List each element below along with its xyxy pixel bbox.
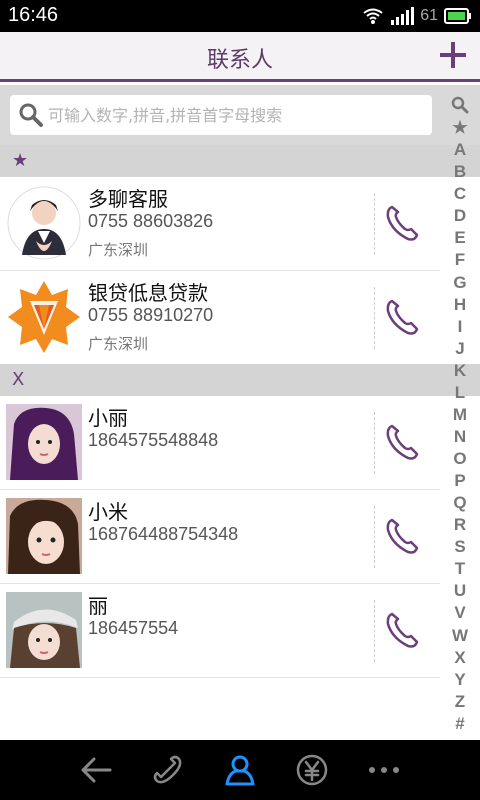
back-button[interactable] bbox=[76, 750, 116, 790]
row-divider bbox=[374, 193, 375, 255]
section-header-starred: ★ bbox=[0, 145, 480, 177]
index-letter[interactable]: Y bbox=[454, 671, 465, 688]
handset-icon bbox=[153, 755, 182, 784]
yuan-icon bbox=[296, 754, 328, 786]
index-letter[interactable]: M bbox=[453, 406, 467, 423]
battery-icon bbox=[444, 8, 471, 24]
page-title: 联系人 bbox=[206, 48, 273, 73]
row-divider bbox=[374, 287, 375, 349]
battery-level: 61 bbox=[420, 7, 438, 24]
add-contact-button[interactable] bbox=[436, 38, 470, 72]
phone-icon[interactable] bbox=[384, 422, 420, 462]
index-letter[interactable]: B bbox=[454, 163, 466, 180]
back-arrow-icon bbox=[81, 757, 112, 783]
status-bar: 16:46 61 bbox=[0, 0, 480, 32]
index-letter[interactable]: S bbox=[454, 538, 465, 555]
index-search-icon[interactable] bbox=[451, 96, 469, 114]
index-letter[interactable]: K bbox=[454, 362, 466, 379]
index-letter[interactable]: ★ bbox=[452, 119, 467, 136]
index-letter[interactable]: O bbox=[453, 450, 466, 467]
more-icon bbox=[369, 767, 399, 773]
index-letter[interactable]: W bbox=[452, 627, 468, 644]
index-letter[interactable]: C bbox=[454, 185, 466, 202]
search-input[interactable] bbox=[48, 97, 432, 133]
phone-icon[interactable] bbox=[384, 297, 420, 337]
nav-contacts[interactable] bbox=[220, 750, 260, 790]
contact-name: 银贷低息贷款 bbox=[88, 281, 208, 305]
phone-icon[interactable] bbox=[384, 203, 420, 243]
index-letter[interactable]: # bbox=[455, 715, 464, 732]
nav-dialer[interactable] bbox=[148, 750, 188, 790]
search-icon bbox=[19, 103, 43, 127]
index-letter[interactable]: R bbox=[454, 516, 466, 533]
contact-phone: 1864575548848 bbox=[88, 430, 219, 450]
avatar bbox=[6, 498, 82, 574]
contact-phone: 0755 88603826 bbox=[88, 211, 214, 231]
phone-icon[interactable] bbox=[384, 516, 420, 556]
signal-icon bbox=[391, 7, 415, 25]
search-box[interactable] bbox=[10, 95, 432, 135]
wifi-icon bbox=[363, 8, 383, 24]
index-letter[interactable]: H bbox=[454, 296, 466, 313]
contact-phone: 0755 88910270 bbox=[88, 305, 214, 325]
index-letter[interactable]: U bbox=[454, 582, 466, 599]
index-letter[interactable]: D bbox=[454, 207, 466, 224]
row-divider bbox=[374, 412, 375, 474]
row-divider bbox=[374, 506, 375, 568]
avatar bbox=[6, 592, 82, 668]
section-header-x: X bbox=[0, 364, 480, 396]
index-letter[interactable]: V bbox=[454, 604, 465, 621]
phone-icon[interactable] bbox=[384, 610, 420, 650]
nav-wallet[interactable] bbox=[292, 750, 332, 790]
contact-name: 小丽 bbox=[88, 406, 128, 430]
avatar bbox=[6, 404, 82, 480]
contact-name: 丽 bbox=[88, 594, 108, 618]
contact-row[interactable]: 多聊客服 0755 88603826 广东深圳 bbox=[0, 177, 440, 271]
index-letter[interactable]: E bbox=[454, 229, 465, 246]
contact-name: 小米 bbox=[88, 500, 128, 524]
index-letter[interactable]: X bbox=[454, 649, 465, 666]
contact-phone: 186457554 bbox=[88, 618, 179, 638]
contact-row[interactable]: 丽 186457554 bbox=[0, 584, 440, 678]
index-letter[interactable]: P bbox=[454, 472, 465, 489]
index-letter[interactable]: Q bbox=[453, 494, 466, 511]
contact-name: 多聊客服 bbox=[88, 187, 168, 211]
contacts-icon bbox=[225, 755, 255, 786]
index-letter[interactable]: J bbox=[455, 340, 464, 357]
bottom-nav bbox=[0, 740, 480, 800]
contact-row[interactable]: 银贷低息贷款 0755 88910270 广东深圳 bbox=[0, 271, 440, 365]
search-area bbox=[0, 85, 480, 145]
avatar bbox=[6, 279, 82, 355]
nav-more[interactable] bbox=[364, 750, 404, 790]
index-letter[interactable]: A bbox=[454, 141, 466, 158]
contact-row[interactable]: 小米 168764488754348 bbox=[0, 490, 440, 584]
alphabet-index[interactable]: ★ A B C D E F G H I J K L M N O P Q R S … bbox=[448, 96, 472, 732]
index-letter[interactable]: L bbox=[455, 384, 465, 401]
contact-location: 广东深圳 bbox=[88, 241, 149, 259]
status-icons: 61 bbox=[362, 4, 472, 28]
contact-phone: 168764488754348 bbox=[88, 524, 239, 544]
title-bar: 联系人 bbox=[0, 32, 480, 82]
index-letter[interactable]: F bbox=[455, 251, 465, 268]
index-letter[interactable]: N bbox=[454, 428, 466, 445]
index-letter[interactable]: G bbox=[453, 274, 466, 291]
contact-row[interactable]: 小丽 1864575548848 bbox=[0, 396, 440, 490]
index-letter[interactable]: Z bbox=[455, 693, 465, 710]
row-divider bbox=[374, 600, 375, 662]
status-time: 16:46 bbox=[8, 4, 59, 26]
avatar bbox=[6, 185, 82, 261]
contact-location: 广东深圳 bbox=[88, 335, 149, 353]
index-letter[interactable]: I bbox=[458, 318, 463, 335]
index-letter[interactable]: T bbox=[455, 560, 465, 577]
